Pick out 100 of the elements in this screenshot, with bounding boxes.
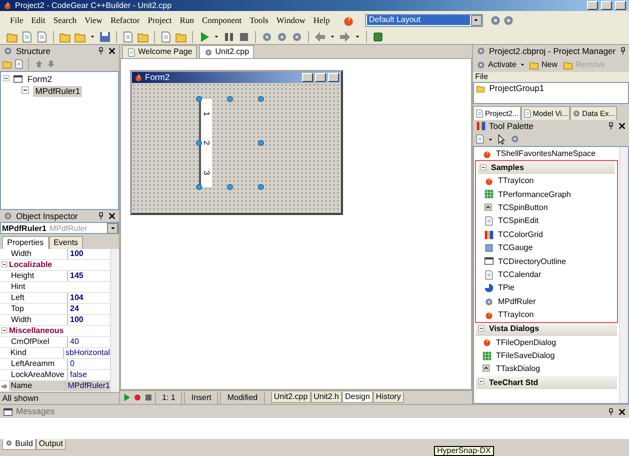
caret-icon[interactable] xyxy=(354,33,361,40)
inspector-tab[interactable]: Properties xyxy=(2,236,49,249)
property-name[interactable]: Height xyxy=(9,271,67,281)
editor-tab[interactable]: Welcome Page xyxy=(122,45,198,58)
categories-icon[interactable] xyxy=(475,134,486,144)
dropdown-button[interactable] xyxy=(107,222,118,234)
category-label[interactable]: Localizable xyxy=(9,260,52,270)
play-icon[interactable] xyxy=(122,393,131,402)
category-header[interactable]: Vista Dialogs xyxy=(476,322,617,336)
pin-icon[interactable] xyxy=(97,212,105,220)
caret-icon[interactable] xyxy=(519,61,526,68)
close-icon[interactable] xyxy=(618,122,626,130)
minimize-button[interactable] xyxy=(302,73,313,82)
resize-handle[interactable] xyxy=(258,184,264,190)
menu-item[interactable]: View xyxy=(80,14,106,26)
resize-handle[interactable] xyxy=(196,184,202,190)
stop-icon[interactable] xyxy=(238,30,250,42)
menu-item[interactable]: Project xyxy=(144,14,176,26)
view-tab[interactable]: Unit2.cpp xyxy=(270,392,311,403)
menu-item[interactable]: Help xyxy=(309,14,334,26)
property-name[interactable]: LockAreaMove xyxy=(9,370,67,380)
resize-handle[interactable] xyxy=(196,96,202,102)
menu-item[interactable]: Search xyxy=(49,14,81,26)
pin-icon[interactable] xyxy=(97,47,105,55)
view-tab[interactable]: Design xyxy=(342,392,373,403)
caret-icon[interactable] xyxy=(89,33,96,40)
layout-dropdown[interactable]: Default Layout xyxy=(364,14,483,26)
property-value[interactable]: MPdfRuler1 xyxy=(64,381,110,391)
menu-item[interactable]: Component xyxy=(198,14,246,26)
menu-item[interactable]: Tools xyxy=(246,14,272,26)
dropdown-button[interactable] xyxy=(470,14,482,26)
palette-item[interactable]: TTrayIcon xyxy=(476,174,617,188)
collapse-icon[interactable] xyxy=(0,327,8,335)
messages-tab[interactable]: Build xyxy=(2,439,36,450)
toolbar-button[interactable]: Activate xyxy=(473,60,520,70)
view-tab[interactable]: History xyxy=(372,392,404,403)
tree-item[interactable]: Form2 xyxy=(25,74,54,84)
property-name[interactable]: LeftAreamm xyxy=(9,359,67,369)
scrollbar[interactable] xyxy=(110,249,119,392)
menu-item[interactable]: Edit xyxy=(27,14,50,26)
palette-item[interactable]: TCGauge xyxy=(476,241,617,255)
delete-icon[interactable] xyxy=(14,59,24,69)
messages-tab[interactable]: Output xyxy=(36,439,66,450)
property-name[interactable]: CmOfPixel xyxy=(9,337,67,347)
toolbar-button[interactable]: New xyxy=(526,60,560,70)
pin-icon[interactable] xyxy=(618,47,627,55)
palette-item[interactable]: TCSpinButton xyxy=(476,201,617,215)
tree-item[interactable]: ProjectGroup1 xyxy=(487,83,546,94)
close-button[interactable] xyxy=(328,73,339,82)
add-file-icon[interactable] xyxy=(160,30,172,42)
property-name[interactable]: Top xyxy=(9,304,67,314)
up-arrow-icon[interactable] xyxy=(34,59,44,69)
ruler-control[interactable]: 1 2 3 xyxy=(199,99,212,187)
folder-icon[interactable] xyxy=(2,59,12,69)
close-icon[interactable] xyxy=(618,408,626,416)
pin-icon[interactable] xyxy=(607,408,615,416)
resize-handle[interactable] xyxy=(227,184,233,190)
menu-item[interactable]: Run xyxy=(176,14,198,26)
menu-item[interactable]: Window xyxy=(272,14,310,26)
palette-item[interactable]: TShellFavoritesNameSpace xyxy=(474,147,619,160)
save-icon[interactable] xyxy=(99,30,111,42)
stop-icon[interactable] xyxy=(144,393,153,402)
caret-icon[interactable] xyxy=(213,33,220,40)
close-icon[interactable] xyxy=(108,47,116,55)
collapse-icon[interactable] xyxy=(0,261,8,269)
palette-item[interactable]: MPdfRuler xyxy=(476,294,617,308)
pause-icon[interactable] xyxy=(223,30,235,42)
resize-handle[interactable] xyxy=(227,96,233,102)
form-window[interactable]: Form2 1 2 3 xyxy=(130,70,343,215)
down-arrow-icon[interactable] xyxy=(46,59,56,69)
palette-item[interactable]: TFileSaveDialog xyxy=(474,349,619,362)
resize-handle[interactable] xyxy=(196,140,202,146)
close-icon[interactable] xyxy=(108,212,116,220)
editor-tab[interactable]: Unit2.cpp xyxy=(199,45,254,58)
category-header[interactable]: Samples xyxy=(478,161,615,174)
scrollbar[interactable] xyxy=(619,147,628,403)
resize-handle[interactable] xyxy=(258,96,264,102)
palette-item[interactable]: TCColorGrid xyxy=(476,228,617,242)
palette-item[interactable]: TPie xyxy=(476,282,617,295)
close-button[interactable] xyxy=(615,1,626,10)
minimize-button[interactable] xyxy=(587,1,598,10)
inspector-tab[interactable]: Events xyxy=(48,236,84,249)
palette-item[interactable]: TCCalendar xyxy=(476,268,617,282)
maximize-button[interactable] xyxy=(601,1,612,10)
property-name[interactable]: Width xyxy=(9,315,67,325)
property-name[interactable]: Left xyxy=(9,293,67,303)
menu-item[interactable]: Refactor xyxy=(106,14,144,26)
caret-icon[interactable] xyxy=(329,33,336,40)
pointer-icon[interactable] xyxy=(496,134,508,144)
maximize-button[interactable] xyxy=(315,73,326,82)
category-label[interactable]: Miscellaneous xyxy=(9,326,64,336)
view-tab[interactable]: Unit2.h xyxy=(310,392,342,403)
pin-icon[interactable] xyxy=(607,122,615,130)
object-dropdown[interactable]: MPdfRuler1 MPdfRuler xyxy=(0,222,119,234)
tree-item[interactable]: MPdfRuler1 xyxy=(33,86,82,96)
collapse-icon[interactable] xyxy=(3,75,12,84)
palette-item[interactable]: TCDirectoryOutline xyxy=(476,254,617,268)
category-header[interactable]: TeeChart Std xyxy=(476,376,617,389)
menu-item[interactable]: File xyxy=(6,14,28,26)
new-icon[interactable] xyxy=(21,30,33,42)
